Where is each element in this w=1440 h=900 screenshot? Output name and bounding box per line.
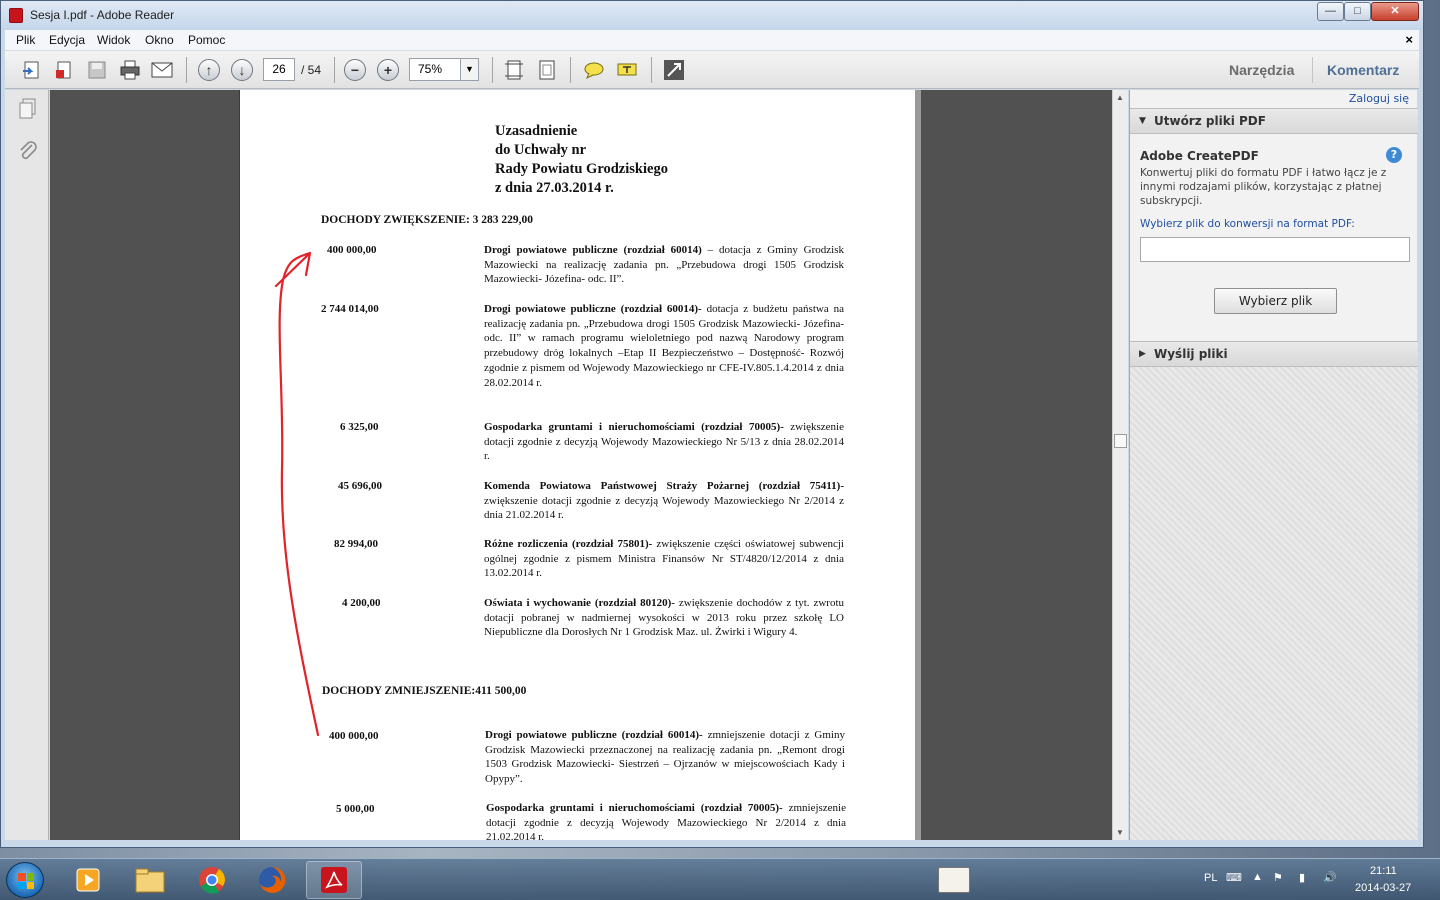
- action-center-icon[interactable]: ⚑: [1273, 871, 1283, 884]
- menu-pomoc[interactable]: Pomoc: [188, 33, 225, 47]
- app-window: Sesja I.pdf - Adobe Reader — □ ✕ Plik Ed…: [0, 0, 1424, 848]
- createpdf-title: Adobe CreatePDF: [1140, 149, 1259, 163]
- close-button[interactable]: ✕: [1371, 2, 1419, 21]
- chevron-down-icon[interactable]: ▼: [460, 59, 478, 80]
- attachments-icon[interactable]: [17, 141, 39, 163]
- document-view[interactable]: Uzasadnienie do Uchwały nr Rady Powiatu …: [50, 90, 1112, 840]
- choose-file-button[interactable]: Wybierz plik: [1214, 288, 1337, 314]
- vertical-scrollbar[interactable]: ▲ ▼: [1112, 90, 1128, 840]
- zoom-in-button[interactable]: +: [375, 57, 401, 83]
- minimize-button[interactable]: —: [1317, 2, 1344, 21]
- create-pdf-section-header[interactable]: ▼ Utwórz pliki PDF: [1130, 108, 1418, 134]
- help-icon[interactable]: ?: [1386, 147, 1402, 163]
- comment-tab[interactable]: Komentarz: [1327, 62, 1399, 78]
- maximize-button[interactable]: □: [1344, 2, 1371, 21]
- prev-page-button[interactable]: ↑: [196, 57, 222, 83]
- volume-icon[interactable]: 🔊: [1323, 871, 1337, 884]
- fit-width-icon[interactable]: [501, 57, 527, 83]
- language-indicator[interactable]: PL: [1204, 872, 1217, 884]
- create-icon[interactable]: [51, 57, 77, 83]
- pen-input-icon[interactable]: [938, 867, 970, 893]
- save-icon[interactable]: [84, 57, 110, 83]
- comment-icon[interactable]: [581, 57, 607, 83]
- send-files-section-label: Wyślij pliki: [1154, 347, 1228, 361]
- send-files-section-header[interactable]: ▶ Wyślij pliki: [1130, 341, 1418, 367]
- keyboard-icon[interactable]: ⌨: [1226, 871, 1242, 884]
- clock-time[interactable]: 21:11: [1370, 865, 1397, 877]
- pages-icon[interactable]: [17, 98, 39, 120]
- highlight-icon[interactable]: [614, 57, 640, 83]
- createpdf-description: Konwertuj pliki do formatu PDF i łatwo ł…: [1140, 167, 1387, 207]
- choose-file-label: Wybierz plik do konwersji na format PDF:: [1140, 218, 1355, 230]
- adobe-reader-icon: [9, 8, 23, 23]
- toolbar: ↑ ↓ 26 / 54 − + 75% ▼ Narzędzia Komentar: [5, 51, 1419, 89]
- media-player-icon[interactable]: [60, 861, 116, 899]
- email-icon[interactable]: [149, 57, 175, 83]
- menu-widok[interactable]: Widok: [97, 33, 130, 47]
- page-number-input[interactable]: 26: [263, 58, 295, 81]
- next-page-button[interactable]: ↓: [229, 57, 255, 83]
- plus-icon: +: [377, 59, 399, 81]
- scroll-down-icon[interactable]: ▼: [1116, 828, 1124, 837]
- show-hidden-icons[interactable]: ▲: [1252, 871, 1263, 883]
- firefox-icon[interactable]: [244, 861, 300, 899]
- adobe-reader-icon[interactable]: [306, 861, 362, 899]
- open-icon[interactable]: [19, 57, 45, 83]
- menu-bar: Plik Edycja Widok Okno Pomoc ×: [5, 30, 1419, 51]
- zoom-value: 75%: [418, 62, 443, 76]
- menu-plik[interactable]: Plik: [16, 33, 35, 47]
- scroll-up-icon[interactable]: ▲: [1116, 93, 1124, 102]
- zoom-out-button[interactable]: −: [342, 57, 368, 83]
- zoom-select[interactable]: 75% ▼: [409, 58, 479, 81]
- network-icon[interactable]: ▮: [1299, 871, 1305, 884]
- clock-date[interactable]: 2014-03-27: [1355, 882, 1411, 894]
- window-title: Sesja I.pdf - Adobe Reader: [30, 8, 175, 22]
- fullscreen-icon[interactable]: [661, 57, 687, 83]
- windows-logo-icon: [18, 873, 34, 889]
- page-total: / 54: [301, 63, 322, 77]
- scroll-thumb[interactable]: [1114, 434, 1127, 448]
- menu-edycja[interactable]: Edycja: [49, 33, 85, 47]
- up-arrow-icon: ↑: [198, 59, 220, 81]
- down-arrow-icon: ↓: [231, 59, 253, 81]
- close-document-button[interactable]: ×: [1405, 32, 1413, 47]
- pdf-page: Uzasadnienie do Uchwały nr Rady Powiatu …: [239, 90, 915, 840]
- title-bar: Sesja I.pdf - Adobe Reader — □ ✕: [1, 1, 1423, 30]
- chrome-icon[interactable]: [184, 861, 240, 899]
- minus-icon: −: [344, 59, 366, 81]
- file-path-input[interactable]: [1140, 237, 1410, 262]
- taskbar: PL ⌨ ▲ ⚑ ▮ 🔊 21:11 2014-03-27: [0, 858, 1440, 900]
- expand-icon: ▶: [1139, 349, 1146, 359]
- print-icon[interactable]: [117, 57, 143, 83]
- fit-page-icon[interactable]: [534, 57, 560, 83]
- create-pdf-section-label: Utwórz pliki PDF: [1154, 114, 1266, 128]
- menu-okno[interactable]: Okno: [145, 33, 174, 47]
- navigation-pane: [5, 90, 49, 840]
- collapse-icon: ▼: [1139, 116, 1146, 126]
- red-arrow-annotation: [274, 251, 320, 737]
- start-button[interactable]: [6, 862, 44, 898]
- tools-tab[interactable]: Narzędzia: [1229, 62, 1294, 78]
- login-link[interactable]: Zaloguj się: [1349, 92, 1409, 105]
- explorer-icon[interactable]: [122, 861, 178, 899]
- tools-panel: Zaloguj się ▼ Utwórz pliki PDF Adobe Cre…: [1129, 90, 1418, 840]
